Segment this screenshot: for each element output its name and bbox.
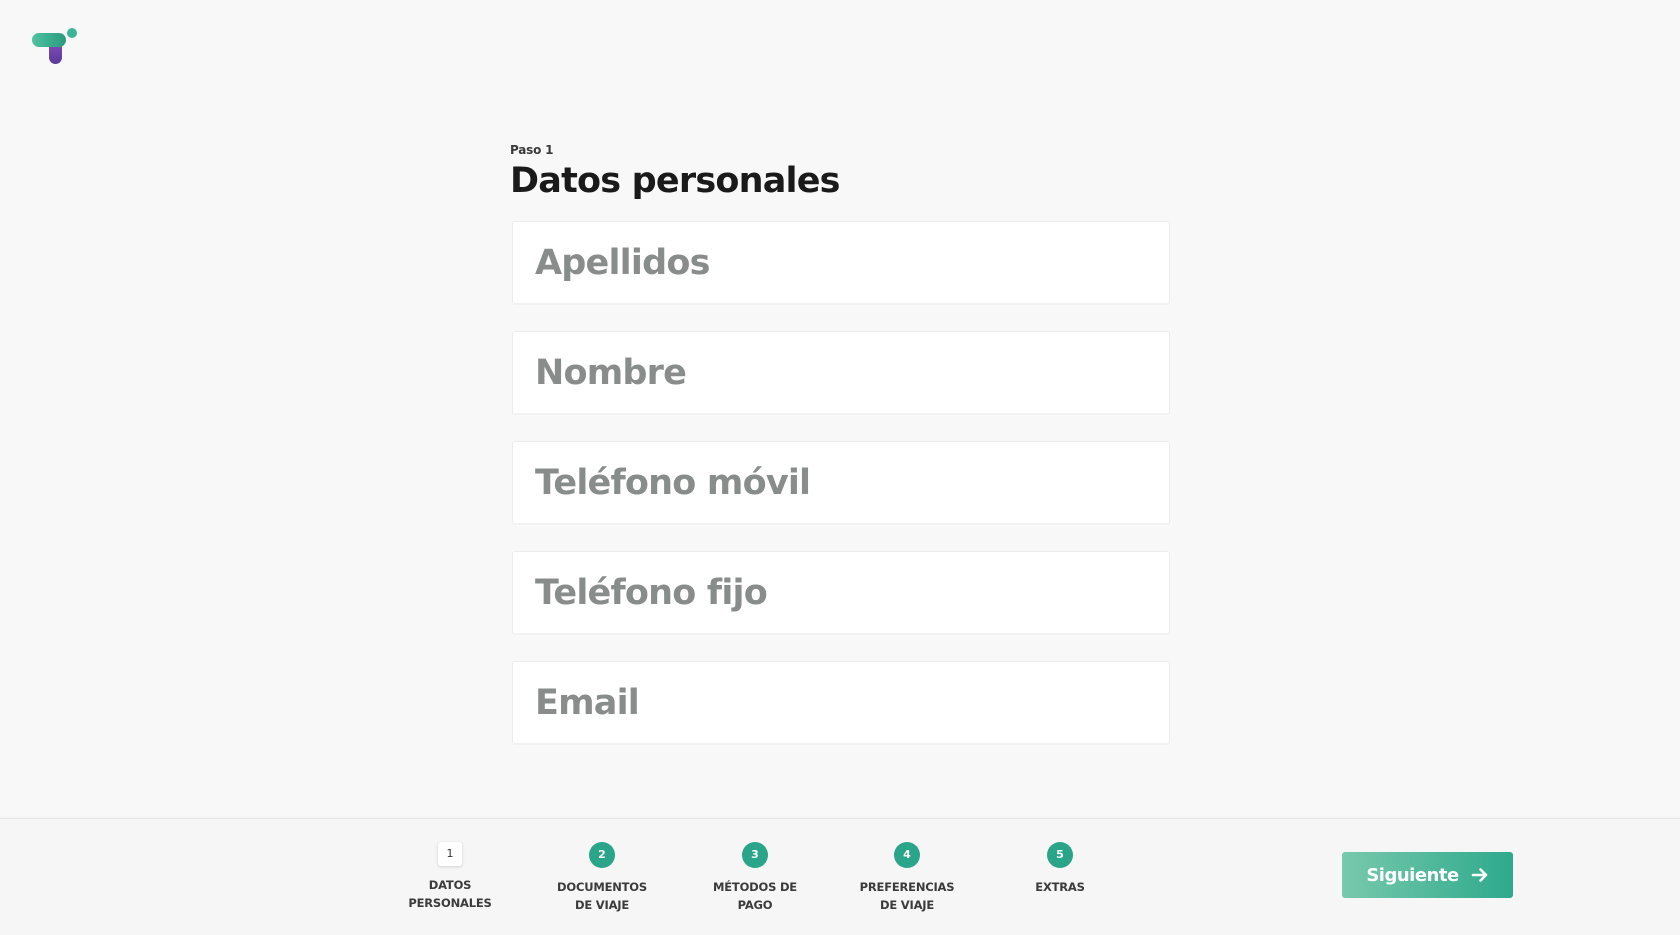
arrow-right-icon [1471,868,1487,882]
page-title: Datos personales [510,161,841,201]
step-label: PREFERENCIAS DE VIAJE [847,878,967,914]
telefono-movil-input[interactable] [512,441,1170,525]
step-label-line: DE VIAJE [574,898,630,912]
brand-logo-icon[interactable] [30,28,80,66]
step-label-line: DE VIAJE [879,898,935,912]
step-number-badge: 4 [894,842,920,868]
step-datos-personales[interactable]: 1 DATOS PERSONALES [390,842,510,912]
apellidos-input[interactable] [512,221,1170,305]
step-documentos-de-viaje[interactable]: 2 DOCUMENTOS DE VIAJE [542,842,662,914]
telefono-fijo-input[interactable] [512,551,1170,635]
step-label-line: DATOS [428,878,472,892]
step-kicker: Paso 1 [510,143,554,157]
step-preferencias-de-viaje[interactable]: 4 PREFERENCIAS DE VIAJE [847,842,967,914]
page: Paso 1 Datos personales 1 DATOS PERSONAL… [0,0,1680,935]
step-label-line: PAGO [737,898,773,912]
step-label-line: PERSONALES [408,896,492,910]
nombre-input[interactable] [512,331,1170,415]
step-label: MÉTODOS DE PAGO [695,878,815,914]
next-button[interactable]: Siguiente [1342,852,1513,898]
step-label: DATOS PERSONALES [390,876,510,912]
footer-bar: 1 DATOS PERSONALES 2 DOCUMENTOS DE VIAJE… [0,818,1680,935]
step-label-line: PREFERENCIAS [859,880,955,894]
step-number-badge: 5 [1047,842,1073,868]
step-metodos-de-pago[interactable]: 3 MÉTODOS DE PAGO [695,842,815,914]
step-label: DOCUMENTOS DE VIAJE [542,878,662,914]
personal-data-form: Paso 1 Datos personales [510,143,1170,771]
step-number-badge: 2 [589,842,615,868]
next-button-label: Siguiente [1366,864,1459,886]
step-label: EXTRAS [1000,878,1120,896]
step-extras[interactable]: 5 EXTRAS [1000,842,1120,896]
step-label-line: MÉTODOS DE [713,880,797,894]
step-label-line: EXTRAS [1035,880,1085,894]
step-number-badge: 1 [438,842,462,866]
step-label-line: DOCUMENTOS [557,880,647,894]
step-number-badge: 3 [742,842,768,868]
email-input[interactable] [512,661,1170,745]
